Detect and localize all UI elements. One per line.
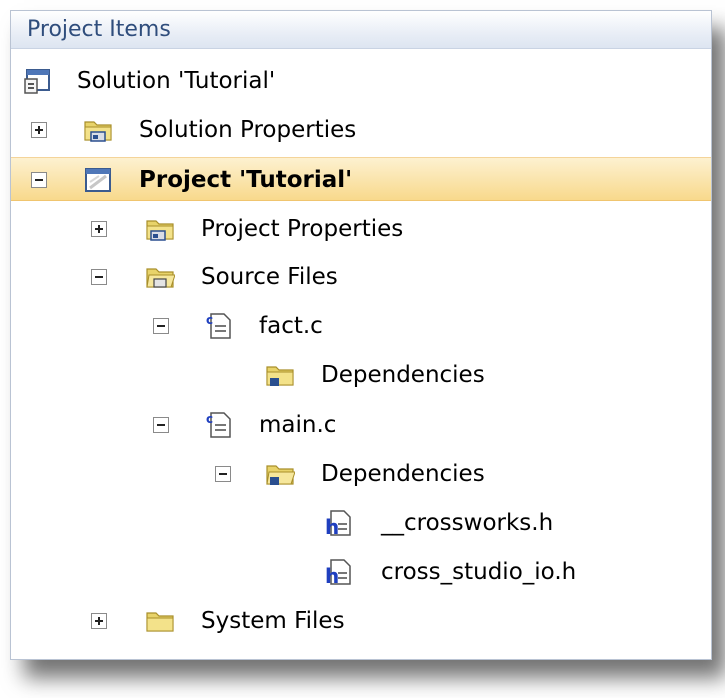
tree-item-label: Dependencies — [321, 461, 485, 487]
h-file-icon: h — [325, 510, 351, 537]
expand-plus-icon[interactable] — [91, 221, 107, 237]
properties-folder-icon — [84, 121, 112, 142]
svg-text:c: c — [206, 313, 213, 327]
dependencies-folder-icon — [266, 465, 295, 485]
project-explorer-panel: Project Items Solution 'Tutorial' Soluti… — [10, 10, 712, 660]
tree-item-label: Project Properties — [201, 216, 404, 242]
tree-item-label: Project 'Tutorial' — [139, 167, 353, 193]
tree-item-solution-properties[interactable]: Solution Properties — [11, 108, 711, 152]
tree-item-fact-dependencies[interactable]: Dependencies — [11, 353, 711, 397]
project-icon — [85, 168, 111, 192]
tree-item-label: __crossworks.h — [381, 510, 554, 536]
collapse-minus-icon[interactable] — [153, 318, 169, 334]
solution-icon — [24, 69, 50, 94]
panel-title: Project Items — [11, 11, 711, 49]
tree-item-project[interactable]: Project 'Tutorial' — [11, 157, 711, 201]
folder-icon — [146, 612, 174, 632]
c-file-icon: c — [206, 313, 231, 339]
svg-text:c: c — [206, 412, 213, 426]
tree-item-label: Solution Properties — [139, 117, 357, 143]
tree-item-label: cross_studio_io.h — [381, 559, 577, 585]
tree-item-label: main.c — [259, 412, 337, 438]
expand-plus-icon[interactable] — [91, 613, 107, 629]
collapse-minus-icon[interactable] — [215, 466, 231, 482]
open-folder-icon — [146, 268, 175, 288]
properties-folder-icon — [146, 220, 174, 241]
expand-plus-icon[interactable] — [31, 122, 47, 138]
tree-item-cross-studio-io-h[interactable]: h cross_studio_io.h — [11, 550, 711, 594]
tree-item-label: Source Files — [201, 264, 338, 290]
svg-text:h: h — [325, 515, 339, 537]
tree-item-label: Solution 'Tutorial' — [77, 68, 276, 94]
c-file-icon: c — [206, 412, 231, 438]
collapse-minus-icon[interactable] — [91, 269, 107, 285]
h-file-icon: h — [325, 559, 351, 586]
tree-item-main-dependencies[interactable]: Dependencies — [11, 452, 711, 496]
collapse-minus-icon[interactable] — [153, 417, 169, 433]
collapse-minus-icon[interactable] — [31, 172, 47, 188]
tree-item-solution[interactable]: Solution 'Tutorial' — [11, 59, 711, 103]
tree-item-label: Dependencies — [321, 362, 485, 388]
tree-item-crossworks-h[interactable]: h __crossworks.h — [11, 501, 711, 545]
tree-item-main-c[interactable]: c main.c — [11, 403, 711, 447]
tree-item-source-files[interactable]: Source Files — [11, 255, 711, 299]
tree-item-project-properties[interactable]: Project Properties — [11, 207, 711, 251]
tree-item-fact-c[interactable]: c fact.c — [11, 304, 711, 348]
tree-item-label: fact.c — [259, 313, 323, 339]
svg-text:h: h — [325, 564, 339, 586]
tree-item-system-files[interactable]: System Files — [11, 599, 711, 643]
dependencies-folder-icon — [266, 366, 294, 386]
tree-item-label: System Files — [201, 608, 345, 634]
